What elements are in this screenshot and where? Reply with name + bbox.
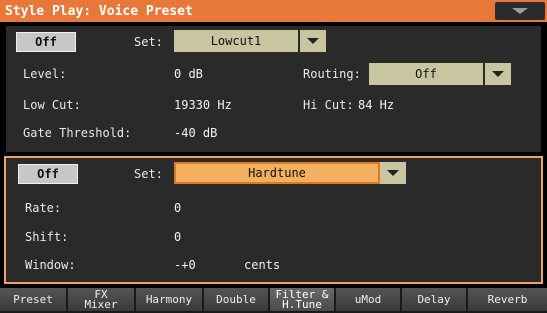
hardtune-set-arrow[interactable] <box>380 162 406 184</box>
hardtune-panel: Off Set: Hardtune Rate: 0 Shift: 0 Windo… <box>4 156 543 284</box>
level-value[interactable]: 0 dB <box>174 67 203 81</box>
title-bar: Style Play: Voice Preset <box>0 0 547 22</box>
low-cut-value[interactable]: 19330 Hz <box>174 98 232 112</box>
filter-set-dropdown[interactable]: Lowcut1 <box>174 30 326 52</box>
rate-value[interactable]: 0 <box>174 201 181 215</box>
rate-label: Rate: <box>25 201 62 215</box>
filter-toggle-button[interactable]: Off <box>16 32 76 52</box>
hardtune-set-value: Hardtune <box>174 162 380 184</box>
tab-reverb[interactable]: Reverb <box>468 288 547 311</box>
window-value[interactable]: -+0 <box>174 258 196 272</box>
tab-umod[interactable]: uMod <box>336 288 400 311</box>
chevron-down-icon <box>387 170 399 176</box>
tab-double[interactable]: Double <box>204 288 268 311</box>
tab-preset[interactable]: Preset <box>0 288 66 311</box>
routing-label: Routing: <box>303 67 361 81</box>
tab-filter-htune[interactable]: Filter & H.Tune <box>270 288 334 311</box>
chevron-down-icon <box>492 71 504 77</box>
gate-threshold-label: Gate Threshold: <box>23 126 132 140</box>
page-menu-button[interactable] <box>495 2 545 20</box>
tab-delay[interactable]: Delay <box>402 288 466 311</box>
window-unit: cents <box>244 258 281 272</box>
filter-set-arrow[interactable] <box>300 30 326 52</box>
routing-dropdown[interactable]: Off <box>369 63 511 85</box>
gate-threshold-value[interactable]: -40 dB <box>174 126 217 140</box>
routing-value: Off <box>369 63 483 85</box>
shift-value[interactable]: 0 <box>174 230 181 244</box>
shift-label: Shift: <box>25 230 69 244</box>
chevron-down-icon <box>307 38 319 44</box>
tab-harmony[interactable]: Harmony <box>136 288 202 311</box>
hardtune-set-dropdown[interactable]: Hardtune <box>174 162 406 184</box>
chevron-down-icon <box>512 8 528 14</box>
tab-bar: Preset FX Mixer Harmony Double Filter & … <box>0 288 547 313</box>
filter-panel: Off Set: Lowcut1 Level: 0 dB Routing: Of… <box>6 26 541 152</box>
hi-cut-label: Hi Cut: <box>303 98 354 112</box>
filter-set-label: Set: <box>134 35 163 49</box>
level-label: Level: <box>23 67 67 81</box>
low-cut-label: Low Cut: <box>23 98 81 112</box>
hardtune-toggle-button[interactable]: Off <box>18 164 78 184</box>
hi-cut-value[interactable]: 84 Hz <box>358 98 394 112</box>
routing-arrow[interactable] <box>485 63 511 85</box>
page-title: Style Play: Voice Preset <box>5 4 193 19</box>
window-label: Window: <box>25 258 76 272</box>
filter-set-value: Lowcut1 <box>174 30 298 52</box>
tab-fx-mixer[interactable]: FX Mixer <box>68 288 134 311</box>
hardtune-set-label: Set: <box>134 167 163 181</box>
